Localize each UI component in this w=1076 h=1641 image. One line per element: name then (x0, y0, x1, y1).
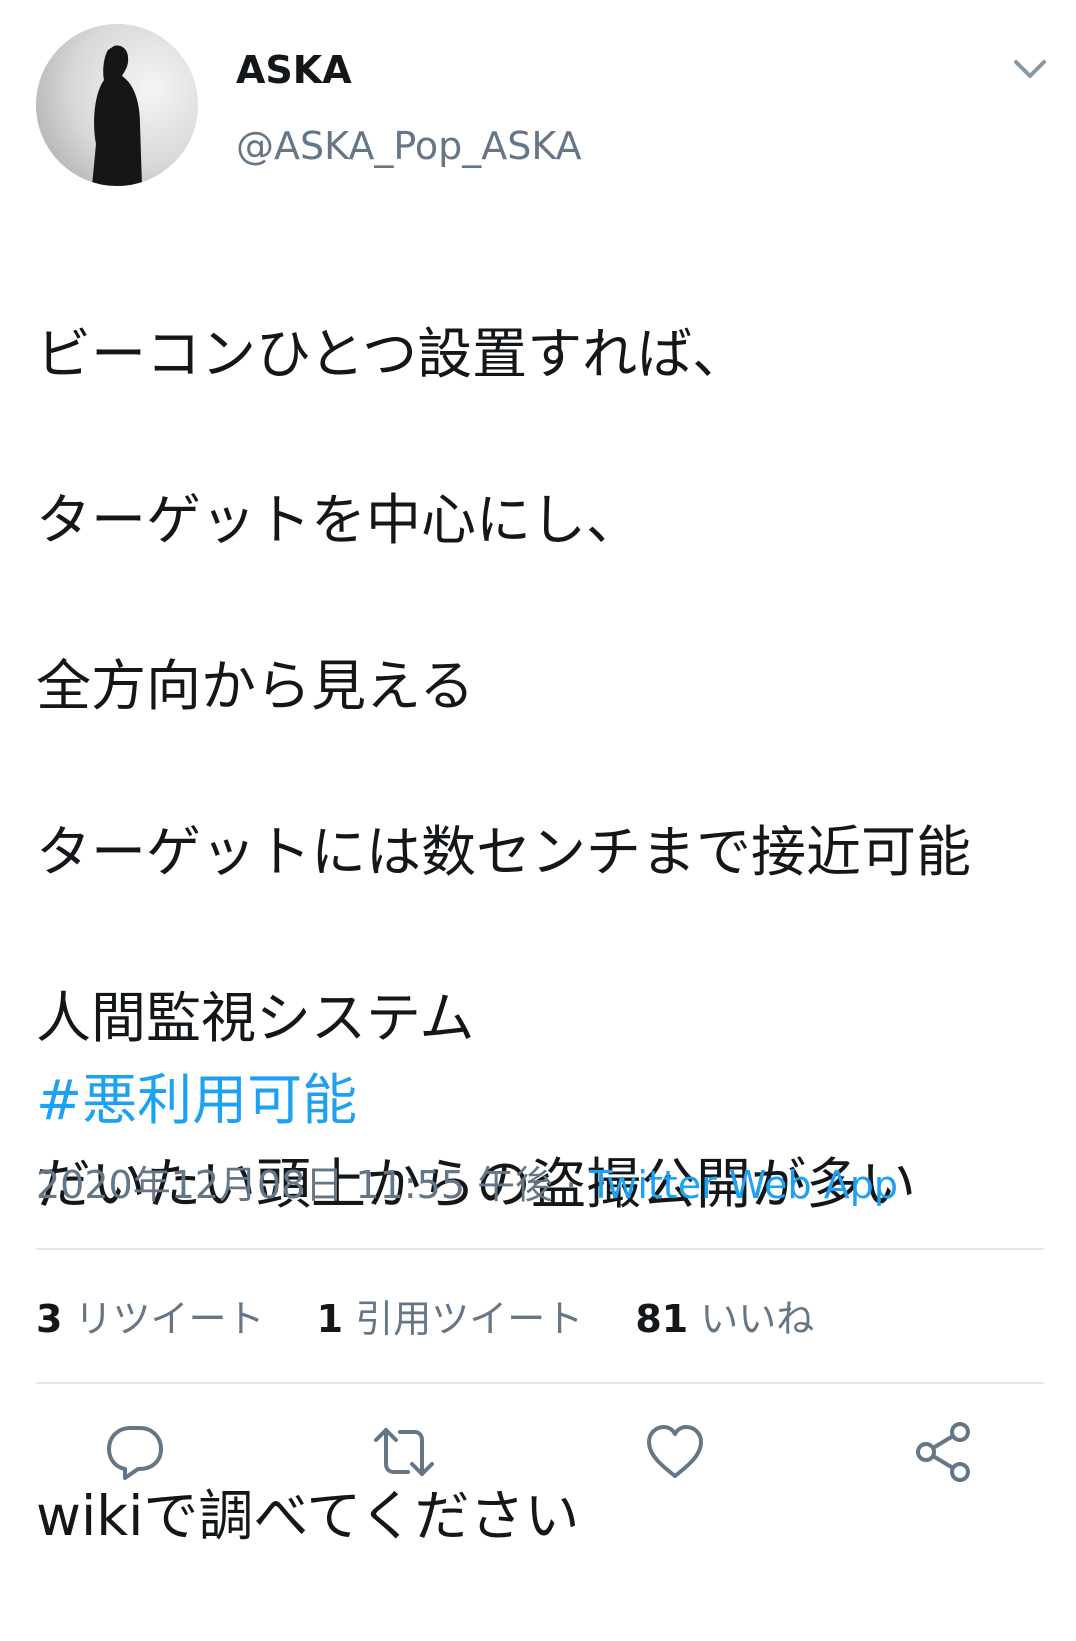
tweet-text-line: ターゲットを中心にし、 (36, 488, 642, 552)
quotes-label: 引用ツイート (355, 1297, 584, 1341)
meta-separator: · (553, 1163, 590, 1207)
tweet-meta: 2020年12月08日 11:55 午後 · Twitter Web App (36, 1160, 898, 1210)
retweets-label: リツイート (74, 1297, 265, 1341)
likes-label: いいね (700, 1297, 815, 1341)
divider (36, 1248, 1044, 1250)
reply-icon[interactable] (103, 1420, 167, 1484)
tweet-text-line: ターゲットには数センチまで接近可能 (36, 820, 972, 884)
tweet-text-line: 人間監視システム (36, 986, 475, 1050)
quotes-stat[interactable]: 1 引用ツイート (317, 1297, 584, 1341)
chevron-down-icon[interactable] (1008, 52, 1052, 88)
heart-icon[interactable] (643, 1420, 707, 1484)
retweets-stat[interactable]: 3 リツイート (36, 1297, 265, 1341)
divider (36, 1382, 1044, 1384)
hashtag-link[interactable]: #悪利用可能 (36, 1062, 357, 1138)
retweet-icon[interactable] (372, 1420, 436, 1484)
author-handle[interactable]: @ASKA_Pop_ASKA (236, 122, 582, 170)
quotes-count: 1 (316, 1297, 344, 1341)
author-display-name[interactable]: ASKA (236, 46, 352, 94)
timestamp[interactable]: 2020年12月08日 11:55 午後 (36, 1163, 553, 1207)
avatar[interactable] (36, 24, 198, 186)
share-icon[interactable] (912, 1420, 976, 1484)
tweet-text-line: ビーコンひとつ設置すれば、 (36, 322, 748, 386)
likes-stat[interactable]: 81 いいね (635, 1297, 814, 1341)
tweet-stats: 3 リツイート 1 引用ツイート 81 いいね (36, 1294, 854, 1344)
likes-count: 81 (635, 1297, 689, 1341)
avatar-silhouette (36, 24, 198, 186)
action-bar (0, 1420, 1076, 1490)
tweet-text-line: 全方向から見える (36, 654, 475, 718)
retweets-count: 3 (36, 1297, 63, 1341)
source-link[interactable]: Twitter Web App (589, 1163, 898, 1207)
